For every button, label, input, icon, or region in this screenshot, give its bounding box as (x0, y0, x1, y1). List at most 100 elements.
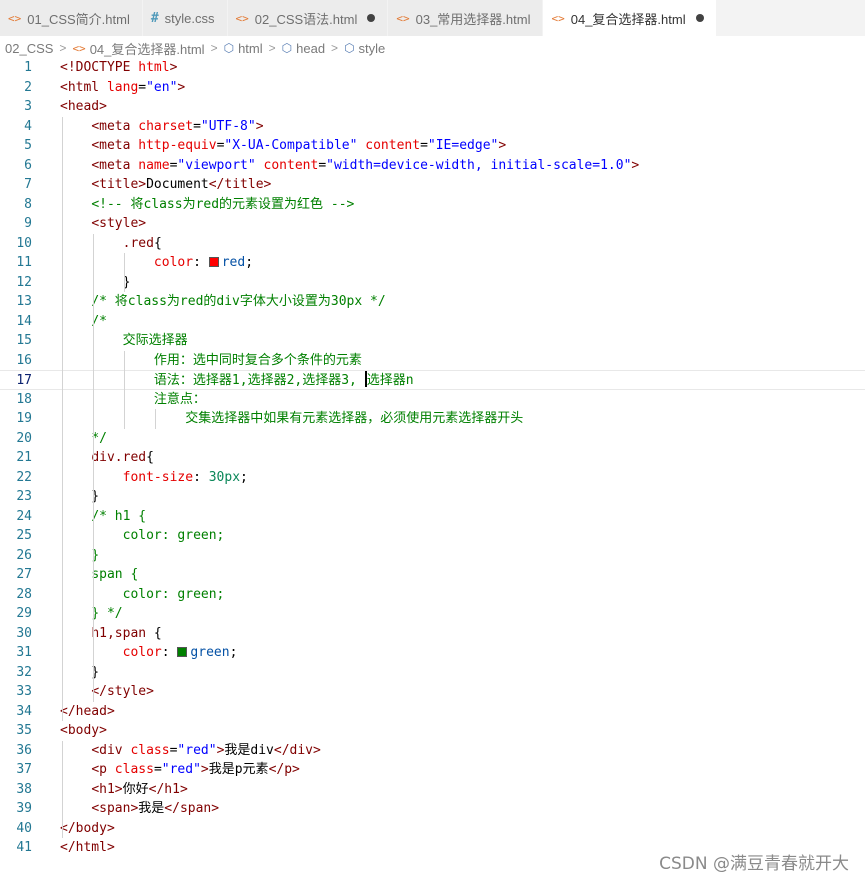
code-line[interactable]: 30 h1,span { (0, 624, 865, 644)
code-token: name (138, 157, 170, 173)
code-line[interactable]: 19 交集选择器中如果有元素选择器，必须使用元素选择器开头 (0, 409, 865, 429)
code-token: /* 将class为red的div字体大小设置为30px */ (91, 294, 386, 309)
code-line[interactable]: 15 交际选择器 (0, 331, 865, 351)
color-swatch-icon[interactable] (177, 647, 188, 657)
code-token: span { (91, 567, 139, 582)
code-editor[interactable]: 1 <!DOCTYPE html> 2 <html lang="en"> 3 <head>… (0, 58, 865, 858)
line-number: 2 (24, 79, 32, 95)
line-number: 31 (16, 645, 32, 660)
code-line[interactable]: 10 .red{ (0, 234, 865, 254)
code-line[interactable]: 12 } (0, 273, 865, 293)
code-line[interactable]: 39 <span>我是</span> (0, 799, 865, 819)
code-token: ; (240, 469, 248, 485)
code-line[interactable]: 20 */ (0, 429, 865, 449)
code-line[interactable]: 16 作用：选中同时复合多个条件的元素 (0, 351, 865, 371)
line-number: 17 (16, 373, 32, 388)
breadcrumb-folder[interactable]: 02_CSS (5, 41, 53, 56)
tab-label: 03_常用选择器.html (415, 11, 531, 27)
code-line[interactable]: 6 <meta name="viewport" content="width=d… (0, 156, 865, 176)
code-line[interactable]: 33 </style> (0, 682, 865, 702)
code-line[interactable]: 29 } */ (0, 604, 865, 624)
tab-1[interactable]: <> 01_CSS简介.html (0, 0, 143, 36)
code-token: = (138, 79, 147, 95)
unsaved-dot-icon[interactable] (695, 14, 704, 22)
code-line[interactable]: 18 注意点： (0, 390, 865, 410)
code-token: color: green; (122, 528, 225, 543)
code-line[interactable]: 26 } (0, 546, 865, 566)
code-line[interactable]: 14 /* (0, 312, 865, 332)
code-line[interactable]: 23 } (0, 487, 865, 507)
code-line[interactable]: 21 div.red{ (0, 448, 865, 468)
breadcrumb-file[interactable]: 04_复合选择器.html (90, 39, 205, 58)
code-text: /* (60, 312, 107, 332)
unsaved-dot-icon[interactable] (367, 14, 376, 22)
code-token: { (146, 625, 162, 641)
code-text: 交集选择器中如果有元素选择器，必须使用元素选择器开头 (60, 409, 523, 429)
code-token: </style> (91, 684, 154, 699)
code-line[interactable]: 28 color: green; (0, 585, 865, 605)
color-swatch-icon[interactable] (208, 257, 219, 267)
code-line[interactable]: 34 </head> (0, 702, 865, 722)
code-line[interactable]: 31 color: green; (0, 643, 865, 663)
html-file-icon: <> (551, 11, 565, 25)
css-file-icon: # (150, 10, 159, 26)
code-line[interactable]: 3 <head> (0, 97, 865, 117)
breadcrumb-node-head[interactable]: head (296, 41, 325, 56)
code-line[interactable]: 8 <!-- 将class为red的元素设置为红色 --> (0, 195, 865, 215)
code-line[interactable]: 9 <style> (0, 214, 865, 234)
code-token: <meta (91, 118, 139, 134)
code-text: <body> (60, 721, 107, 741)
code-token: </title> (208, 177, 272, 192)
code-line[interactable]: 40 </body> (0, 819, 865, 839)
code-line[interactable]: 5 <meta http-equiv = "X-UA-Compatible" con… (0, 136, 865, 156)
html-file-icon: <> (235, 11, 249, 25)
line-number: 38 (16, 781, 32, 797)
tab-3[interactable]: <> 02_CSS语法.html (227, 0, 389, 36)
code-token: <h1> (91, 781, 123, 797)
code-line[interactable]: 38 <h1>你好</h1> (0, 780, 865, 800)
code-line[interactable]: 37 <p class="red">我是p元素</p> (0, 760, 865, 780)
code-line[interactable]: 11 color: red; (0, 253, 865, 273)
code-line[interactable]: 17 语法：选择器1,选择器2,选择器3, 选择器n (0, 370, 865, 390)
breadcrumb-node-html[interactable]: html (238, 41, 263, 56)
code-text: 交际选择器 (60, 331, 188, 351)
code-token: </span> (164, 801, 220, 816)
code-token: <p (91, 762, 115, 777)
code-token: > (498, 138, 507, 153)
code-token: class (130, 742, 170, 758)
code-line[interactable]: 25 color: green; (0, 526, 865, 546)
code-line[interactable]: 36 <div class="red">我是div</div> (0, 741, 865, 761)
code-token: "viewport" (177, 157, 256, 173)
code-line[interactable]: 13 /* 将class为red的div字体大小设置为30px */ (0, 292, 865, 312)
code-line[interactable]: 35 <body> (0, 721, 865, 741)
code-token: http-equiv (138, 138, 217, 153)
line-number: 11 (16, 255, 32, 270)
code-line[interactable]: 7 <title>Document</title> (0, 175, 865, 195)
breadcrumb-node-style[interactable]: style (359, 41, 386, 56)
code-line[interactable]: 24 /* h1 { (0, 507, 865, 527)
code-line[interactable]: 22 font-size: 30px; (0, 468, 865, 488)
code-line[interactable]: 1 <!DOCTYPE html> (0, 58, 865, 78)
tab-4[interactable]: <> 03_常用选择器.html (388, 0, 544, 36)
tab-5[interactable]: <> 04_复合选择器.html (543, 0, 717, 36)
code-token: </h1> (148, 781, 188, 797)
code-line[interactable]: 2 <html lang="en"> (0, 78, 865, 98)
indent-guide (124, 253, 125, 292)
tab-2[interactable]: # style.css (142, 0, 228, 36)
code-token: div.red (91, 450, 147, 465)
code-line[interactable]: 27 span { (0, 565, 865, 585)
line-number: 6 (24, 157, 32, 173)
code-token: content (263, 157, 319, 173)
line-number: 20 (16, 430, 32, 446)
code-token: : (161, 645, 178, 660)
tab-label: 02_CSS语法.html (254, 11, 358, 27)
code-line[interactable]: 4 <meta charset="UTF-8"> (0, 117, 865, 137)
code-line[interactable]: 32 } (0, 663, 865, 683)
